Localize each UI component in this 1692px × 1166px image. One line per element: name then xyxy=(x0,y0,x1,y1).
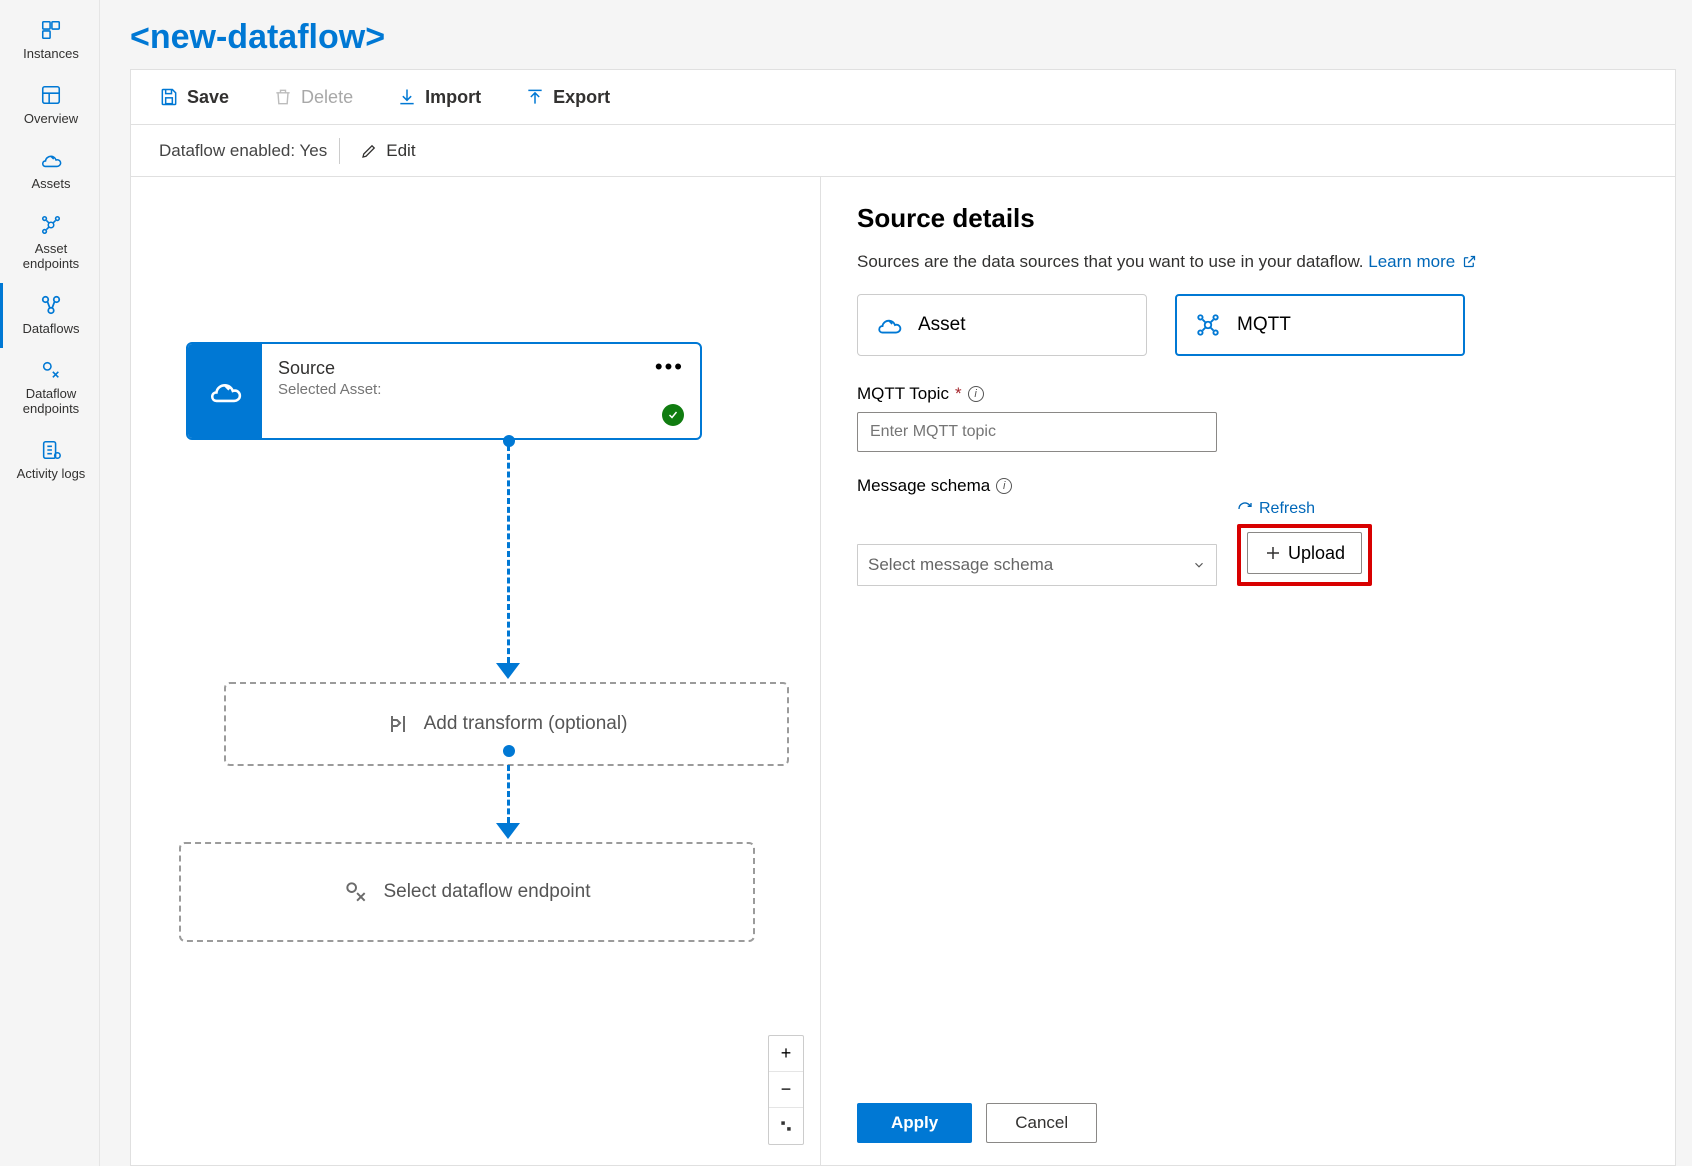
sidebar-item-label: Dataflow endpoints xyxy=(7,386,95,416)
refresh-icon xyxy=(1237,501,1253,517)
arrow-down-icon xyxy=(496,823,520,839)
source-node[interactable]: Source Selected Asset: ••• xyxy=(186,342,702,440)
endpoint-node-label: Select dataflow endpoint xyxy=(383,881,590,903)
details-panel: Source details Sources are the data sour… xyxy=(821,177,1675,1165)
divider xyxy=(339,138,340,164)
asset-endpoints-icon xyxy=(39,213,63,237)
sidebar-item-overview[interactable]: Overview xyxy=(0,73,99,138)
upload-button[interactable]: Upload xyxy=(1247,532,1362,574)
asset-icon xyxy=(876,312,902,338)
option-asset[interactable]: Asset xyxy=(857,294,1147,356)
source-node-title: Source xyxy=(278,358,684,379)
endpoint-icon xyxy=(343,879,369,905)
sidebar-item-label: Asset endpoints xyxy=(7,241,95,271)
mqtt-icon xyxy=(1195,312,1221,338)
dataflows-icon xyxy=(39,293,63,317)
connector-dot xyxy=(503,745,515,757)
zoom-fit-button[interactable] xyxy=(769,1108,803,1144)
overview-icon xyxy=(39,83,63,107)
sidebar-item-label: Activity logs xyxy=(17,466,86,481)
schema-select[interactable]: Select message schema xyxy=(857,544,1217,586)
connector-line xyxy=(507,765,510,823)
edit-button[interactable]: Edit xyxy=(352,137,423,165)
external-link-icon xyxy=(1462,254,1477,269)
sidebar-item-dataflow-endpoints[interactable]: Dataflow endpoints xyxy=(0,348,99,428)
sidebar-item-label: Dataflows xyxy=(22,321,79,336)
option-mqtt[interactable]: MQTT xyxy=(1175,294,1465,356)
assets-icon xyxy=(39,148,63,172)
panel-heading: Source details xyxy=(857,203,1639,234)
info-icon[interactable]: i xyxy=(968,386,984,402)
sidebar-item-label: Assets xyxy=(31,176,70,191)
download-icon xyxy=(397,87,417,107)
dataflow-enabled-text: Dataflow enabled: Yes xyxy=(159,141,327,161)
refresh-link[interactable]: Refresh xyxy=(1237,500,1372,518)
transform-node-label: Add transform (optional) xyxy=(424,713,628,735)
check-icon xyxy=(662,404,684,426)
sidebar: Instances Overview Assets Asset endpoint… xyxy=(0,0,100,1166)
sidebar-item-activity-logs[interactable]: Activity logs xyxy=(0,428,99,493)
cancel-button[interactable]: Cancel xyxy=(986,1103,1097,1143)
learn-more-link[interactable]: Learn more xyxy=(1368,252,1477,271)
export-button[interactable]: Export xyxy=(517,83,618,112)
edit-icon xyxy=(360,142,378,160)
chevron-down-icon xyxy=(1192,558,1206,572)
info-icon[interactable]: i xyxy=(996,478,1012,494)
message-schema-label: Message schema i xyxy=(857,476,1012,496)
sidebar-item-label: Instances xyxy=(23,46,79,61)
panel-desc: Sources are the data sources that you wa… xyxy=(857,252,1639,272)
source-node-iconbar xyxy=(188,344,262,438)
save-button[interactable]: Save xyxy=(151,83,237,112)
sidebar-item-dataflows[interactable]: Dataflows xyxy=(0,283,99,348)
trash-icon xyxy=(273,87,293,107)
source-type-options: Asset MQTT xyxy=(857,294,1639,356)
sidebar-item-instances[interactable]: Instances xyxy=(0,8,99,73)
import-button[interactable]: Import xyxy=(389,83,489,112)
apply-button[interactable]: Apply xyxy=(857,1103,972,1143)
delete-button: Delete xyxy=(265,83,361,112)
arrow-down-icon xyxy=(496,663,520,679)
mqtt-topic-input[interactable] xyxy=(857,412,1217,452)
content-row: Source Selected Asset: ••• xyxy=(130,177,1676,1166)
zoom-controls: + − xyxy=(768,1035,804,1145)
mqtt-topic-label: MQTT Topic * i xyxy=(857,384,1639,404)
sidebar-item-assets[interactable]: Assets xyxy=(0,138,99,203)
main: <new-dataflow> Save Delete Import Export xyxy=(100,0,1692,1166)
transform-icon xyxy=(386,712,410,736)
upload-icon xyxy=(525,87,545,107)
sidebar-item-asset-endpoints[interactable]: Asset endpoints xyxy=(0,203,99,283)
endpoint-node[interactable]: Select dataflow endpoint xyxy=(179,842,755,942)
zoom-in-button[interactable]: + xyxy=(769,1036,803,1072)
status-bar: Dataflow enabled: Yes Edit xyxy=(130,125,1676,177)
toolbar: Save Delete Import Export xyxy=(130,69,1676,125)
panel-footer: Apply Cancel xyxy=(857,1103,1639,1165)
plus-icon xyxy=(1264,544,1282,562)
canvas: Source Selected Asset: ••• xyxy=(131,177,821,1165)
instances-icon xyxy=(39,18,63,42)
page-title: <new-dataflow> xyxy=(130,12,1676,69)
zoom-out-button[interactable]: − xyxy=(769,1072,803,1108)
activity-logs-icon xyxy=(39,438,63,462)
save-icon xyxy=(159,87,179,107)
upload-highlight: Upload xyxy=(1237,524,1372,586)
connector-line xyxy=(507,445,510,663)
source-node-sub: Selected Asset: xyxy=(278,381,684,398)
sidebar-item-label: Overview xyxy=(24,111,78,126)
more-icon[interactable]: ••• xyxy=(655,354,684,380)
dataflow-endpoints-icon xyxy=(39,358,63,382)
